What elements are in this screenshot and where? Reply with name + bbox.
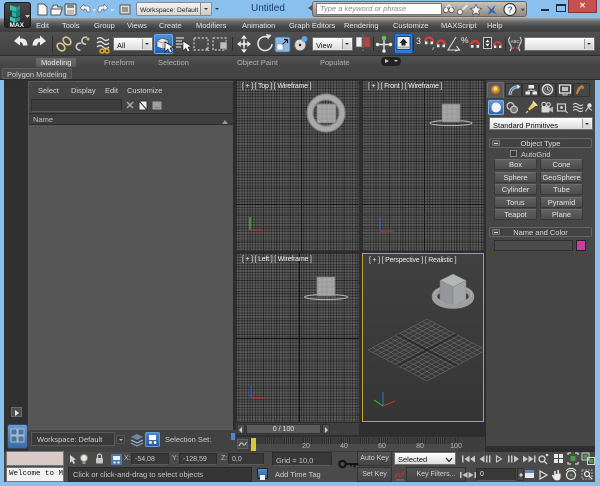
svg-text:?: ? (508, 5, 513, 15)
svg-text:MAX: MAX (10, 22, 25, 28)
svg-text:3: 3 (416, 36, 421, 46)
svg-text:%: % (461, 35, 469, 45)
svg-text:ABC: ABC (511, 39, 521, 44)
